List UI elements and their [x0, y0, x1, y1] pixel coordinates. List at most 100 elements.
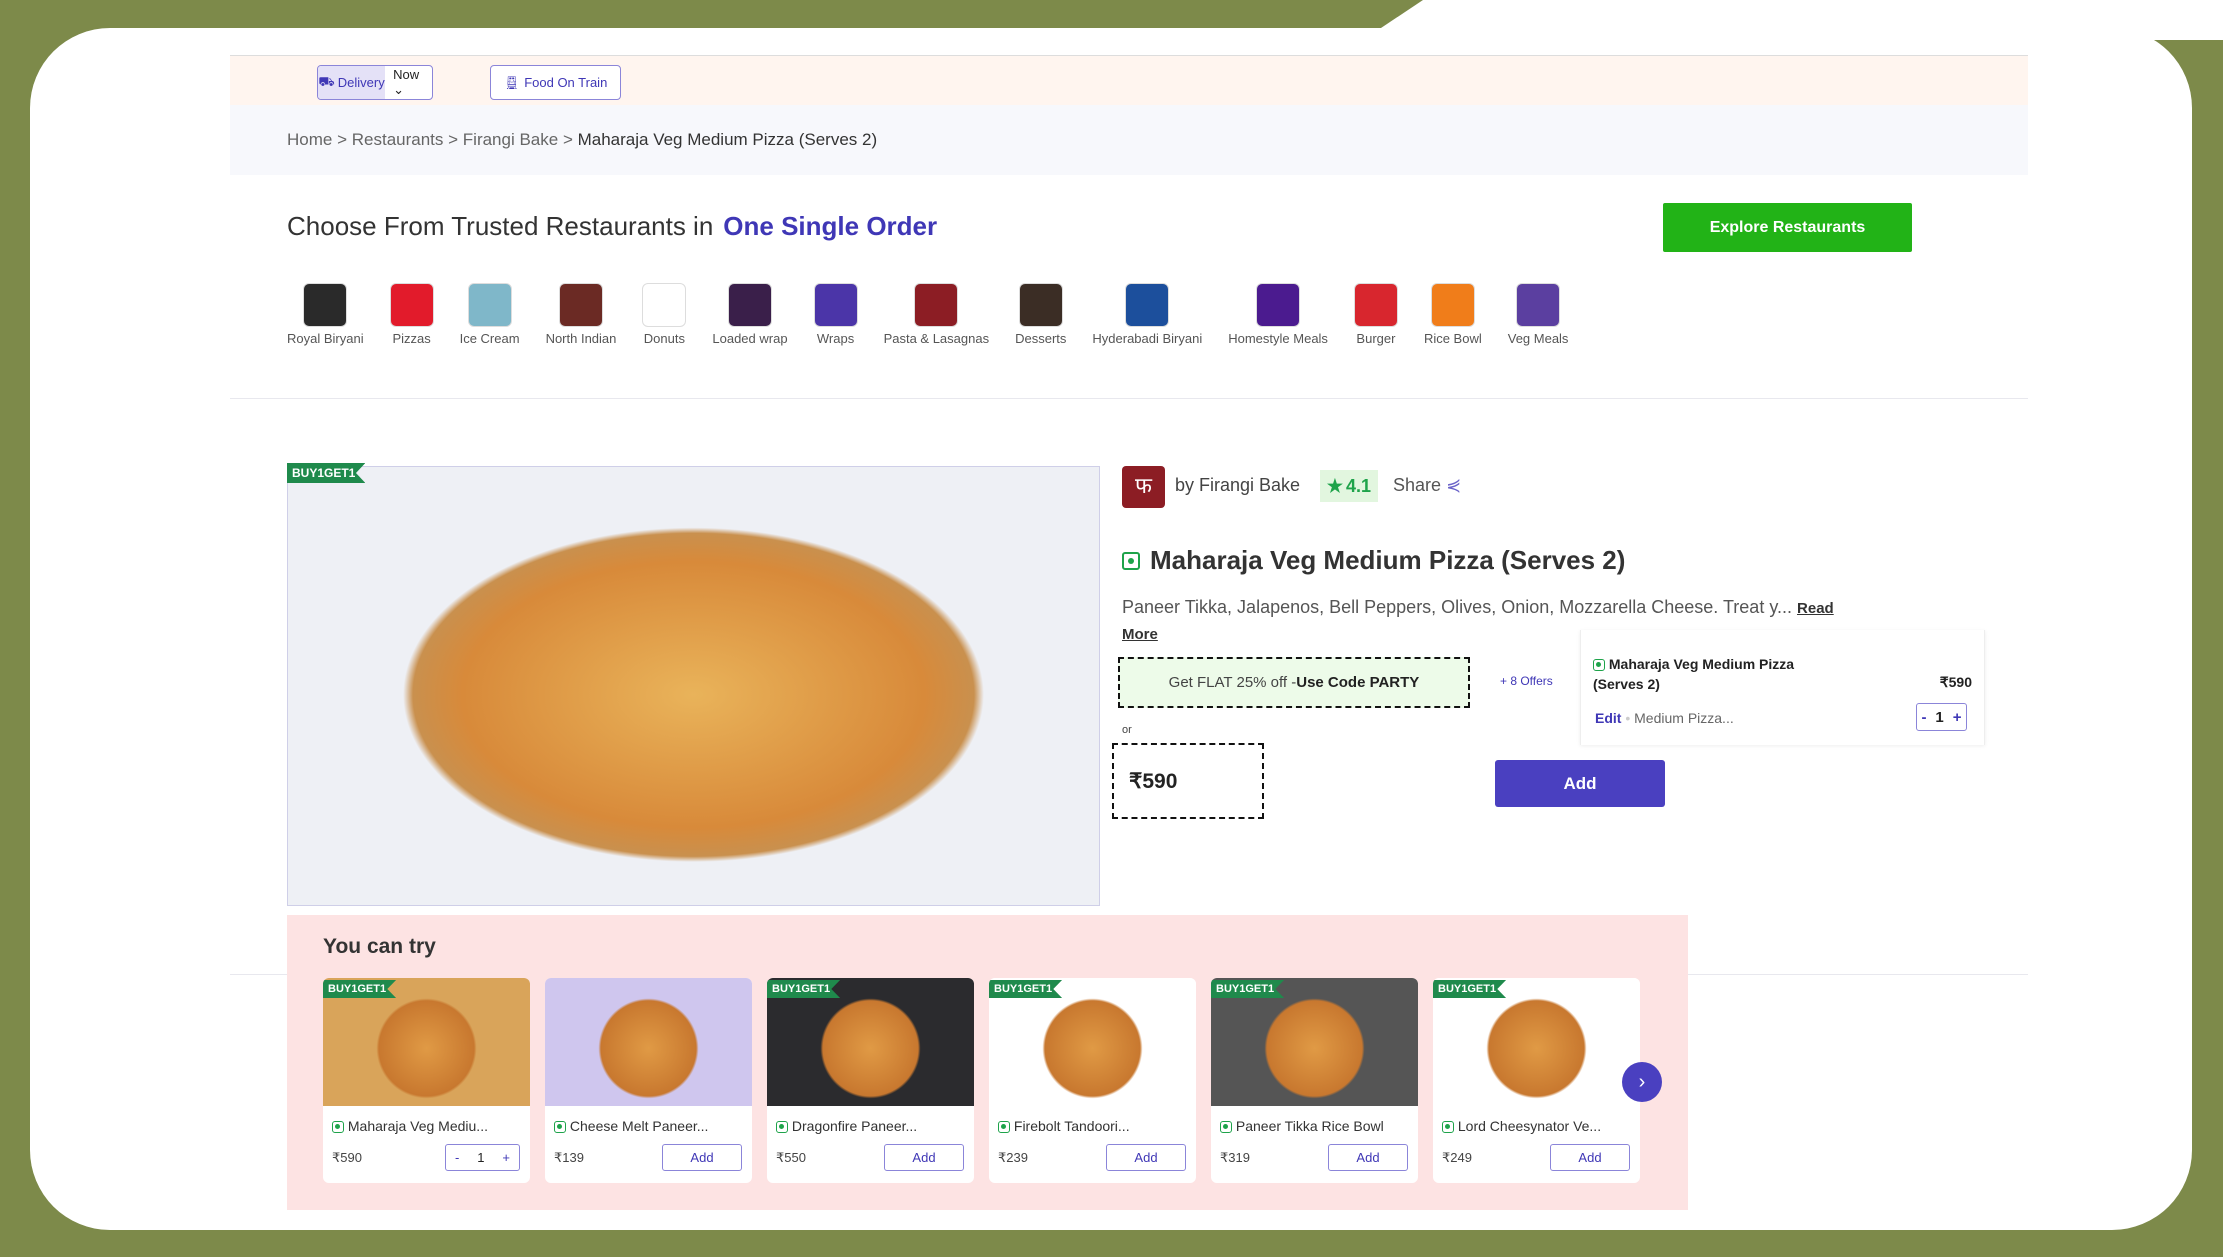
category-item[interactable]: Pizzas: [389, 283, 434, 346]
crumb-current: Maharaja Veg Medium Pizza (Serves 2): [577, 130, 878, 149]
top-bar: ⛟ Delivery Now ⌄ 🚆︎ Food On Train: [230, 55, 2028, 105]
suggestion-name-text: Dragonfire Paneer...: [791, 1118, 918, 1134]
offer-box[interactable]: Get FLAT 25% off - Use Code PARTY: [1118, 657, 1470, 708]
category-item[interactable]: Wraps: [813, 283, 858, 346]
crumb-restaurant[interactable]: Firangi Bake: [463, 130, 558, 149]
share-icon: ⋞: [1446, 475, 1462, 495]
suggestion-price: ₹550: [776, 1150, 806, 1165]
category-logo: [1516, 283, 1561, 327]
add-button[interactable]: Add: [1550, 1144, 1630, 1171]
category-logo: [467, 283, 512, 327]
quantity-value: 1: [1935, 708, 1944, 726]
category-logo: [1353, 283, 1398, 327]
category-item[interactable]: Royal Biryani: [287, 283, 364, 346]
offer-text: Get FLAT 25% off -: [1168, 674, 1297, 691]
suggestion-name: Firebolt Tandoori...: [998, 1118, 1130, 1134]
product-image: [287, 466, 1100, 906]
suggestion-card[interactable]: BUY1GET1 Lord Cheesynator Ve... ₹249 Add: [1433, 978, 1640, 1183]
crumb-restaurants[interactable]: Restaurants: [352, 130, 444, 149]
category-item[interactable]: Rice Bowl: [1424, 283, 1482, 346]
suggestion-name-text: Cheese Melt Paneer...: [569, 1118, 709, 1134]
category-logo: [1018, 283, 1063, 327]
add-button[interactable]: Add: [1106, 1144, 1186, 1171]
veg-icon: [1442, 1121, 1454, 1134]
category-logo: [1256, 283, 1301, 327]
crumb-home[interactable]: Home: [287, 130, 332, 149]
restaurant-logo: फ: [1122, 466, 1165, 508]
price-box: ₹590: [1112, 743, 1264, 819]
increment-button[interactable]: +: [502, 1150, 510, 1165]
category-label: Donuts: [643, 331, 685, 346]
add-button[interactable]: Add: [884, 1144, 964, 1171]
chevron-down-icon: ⌄: [393, 82, 405, 97]
veg-icon: [1593, 659, 1605, 672]
category-item[interactable]: Burger: [1353, 283, 1398, 346]
cart-edit-link[interactable]: Edit: [1595, 710, 1621, 726]
category-item[interactable]: Hyderabadi Biryani: [1092, 283, 1202, 346]
decrement-button[interactable]: -: [1921, 709, 1926, 726]
category-label: Loaded wrap: [712, 331, 788, 346]
decrement-button[interactable]: -: [455, 1150, 459, 1165]
increment-button[interactable]: +: [1953, 709, 1962, 726]
star-icon: ★: [1326, 475, 1344, 496]
delivery-tab[interactable]: ⛟ Delivery: [318, 66, 386, 99]
suggestion-name: Lord Cheesynator Ve...: [1442, 1118, 1601, 1134]
category-item[interactable]: North Indian: [546, 283, 616, 346]
suggestion-card[interactable]: BUY1GET1 Dragonfire Paneer... ₹550 Add: [767, 978, 974, 1183]
delivery-mode-selector[interactable]: ⛟ Delivery Now ⌄: [317, 65, 433, 100]
category-logo: [727, 283, 772, 327]
category-label: Royal Biryani: [287, 331, 364, 346]
suggestion-name: Paneer Tikka Rice Bowl: [1220, 1118, 1384, 1134]
category-label: Ice Cream: [459, 331, 520, 346]
more-offers-link[interactable]: + 8 Offers: [1500, 674, 1553, 688]
veg-icon: [776, 1121, 788, 1134]
category-logo: [813, 283, 858, 327]
veg-icon: [1220, 1121, 1232, 1134]
train-icon: 🚆︎: [503, 74, 521, 90]
cart-quantity-stepper[interactable]: -1 +: [1916, 703, 1967, 731]
veg-icon: [1122, 551, 1140, 570]
suggestion-card[interactable]: BUY1GET1 Firebolt Tandoori... ₹239 Add: [989, 978, 1196, 1183]
category-row: Royal Biryani Pizzas Ice Cream North Indian…: [287, 283, 1594, 346]
cart-item-price: ₹590: [1939, 674, 1972, 690]
you-can-try-section: You can try BUY1GET1 Maharaja Veg Mediu.…: [287, 915, 1688, 1210]
category-item[interactable]: Donuts: [642, 283, 687, 346]
chevron-right-icon: ›: [1638, 1070, 1646, 1093]
offer-tag: BUY1GET1: [287, 463, 366, 483]
suggestion-card[interactable]: Cheese Melt Paneer... ₹139 Add: [545, 978, 752, 1183]
category-logo: [558, 283, 603, 327]
suggestion-card[interactable]: BUY1GET1 Paneer Tikka Rice Bowl ₹319 Add: [1211, 978, 1418, 1183]
category-item[interactable]: Ice Cream: [460, 283, 520, 346]
divider: [230, 398, 2028, 399]
explore-restaurants-button[interactable]: Explore Restaurants: [1663, 203, 1912, 252]
food-on-train-button[interactable]: 🚆︎ Food On Train: [490, 65, 621, 100]
delivery-label: Delivery: [337, 75, 385, 90]
add-to-cart-button[interactable]: Add: [1495, 760, 1665, 807]
carousel-next-button[interactable]: ›: [1622, 1062, 1662, 1102]
suggestion-price: ₹590: [332, 1150, 362, 1165]
offer-code: Use Code PARTY: [1296, 674, 1420, 691]
category-item[interactable]: Loaded wrap: [712, 283, 788, 346]
add-button[interactable]: Add: [662, 1144, 742, 1171]
category-label: Veg Meals: [1507, 331, 1569, 346]
category-item[interactable]: Homestyle Meals: [1228, 283, 1328, 346]
suggestion-card[interactable]: BUY1GET1 Maharaja Veg Mediu... ₹590 - 1 +: [323, 978, 530, 1183]
page: ⛟ Delivery Now ⌄ 🚆︎ Food On Train Home > R…: [30, 28, 2192, 1230]
category-item[interactable]: Veg Meals: [1507, 283, 1569, 346]
category-item[interactable]: Pasta & Lasagnas: [884, 283, 989, 346]
time-dropdown[interactable]: Now ⌄: [385, 67, 432, 98]
scooter-icon: ⛟: [318, 73, 335, 89]
category-logo: [1125, 283, 1170, 327]
rating-value: 4.1: [1346, 475, 1372, 496]
category-logo: [389, 283, 434, 327]
you-can-try-title: You can try: [323, 935, 436, 958]
quantity-stepper[interactable]: - 1 +: [445, 1144, 520, 1171]
restaurant-name[interactable]: by Firangi Bake: [1175, 475, 1300, 496]
or-label: or: [1122, 724, 1132, 736]
category-item[interactable]: Desserts: [1015, 283, 1066, 346]
heading-text: Choose From Trusted Restaurants in: [287, 211, 714, 241]
add-button[interactable]: Add: [1328, 1144, 1408, 1171]
section-heading: Choose From Trusted Restaurants in One Si…: [287, 211, 937, 242]
share-button[interactable]: Share ⋞: [1393, 475, 1461, 496]
cart-panel: Maharaja Veg Medium Pizza (Serves 2) ₹59…: [1580, 630, 1985, 745]
